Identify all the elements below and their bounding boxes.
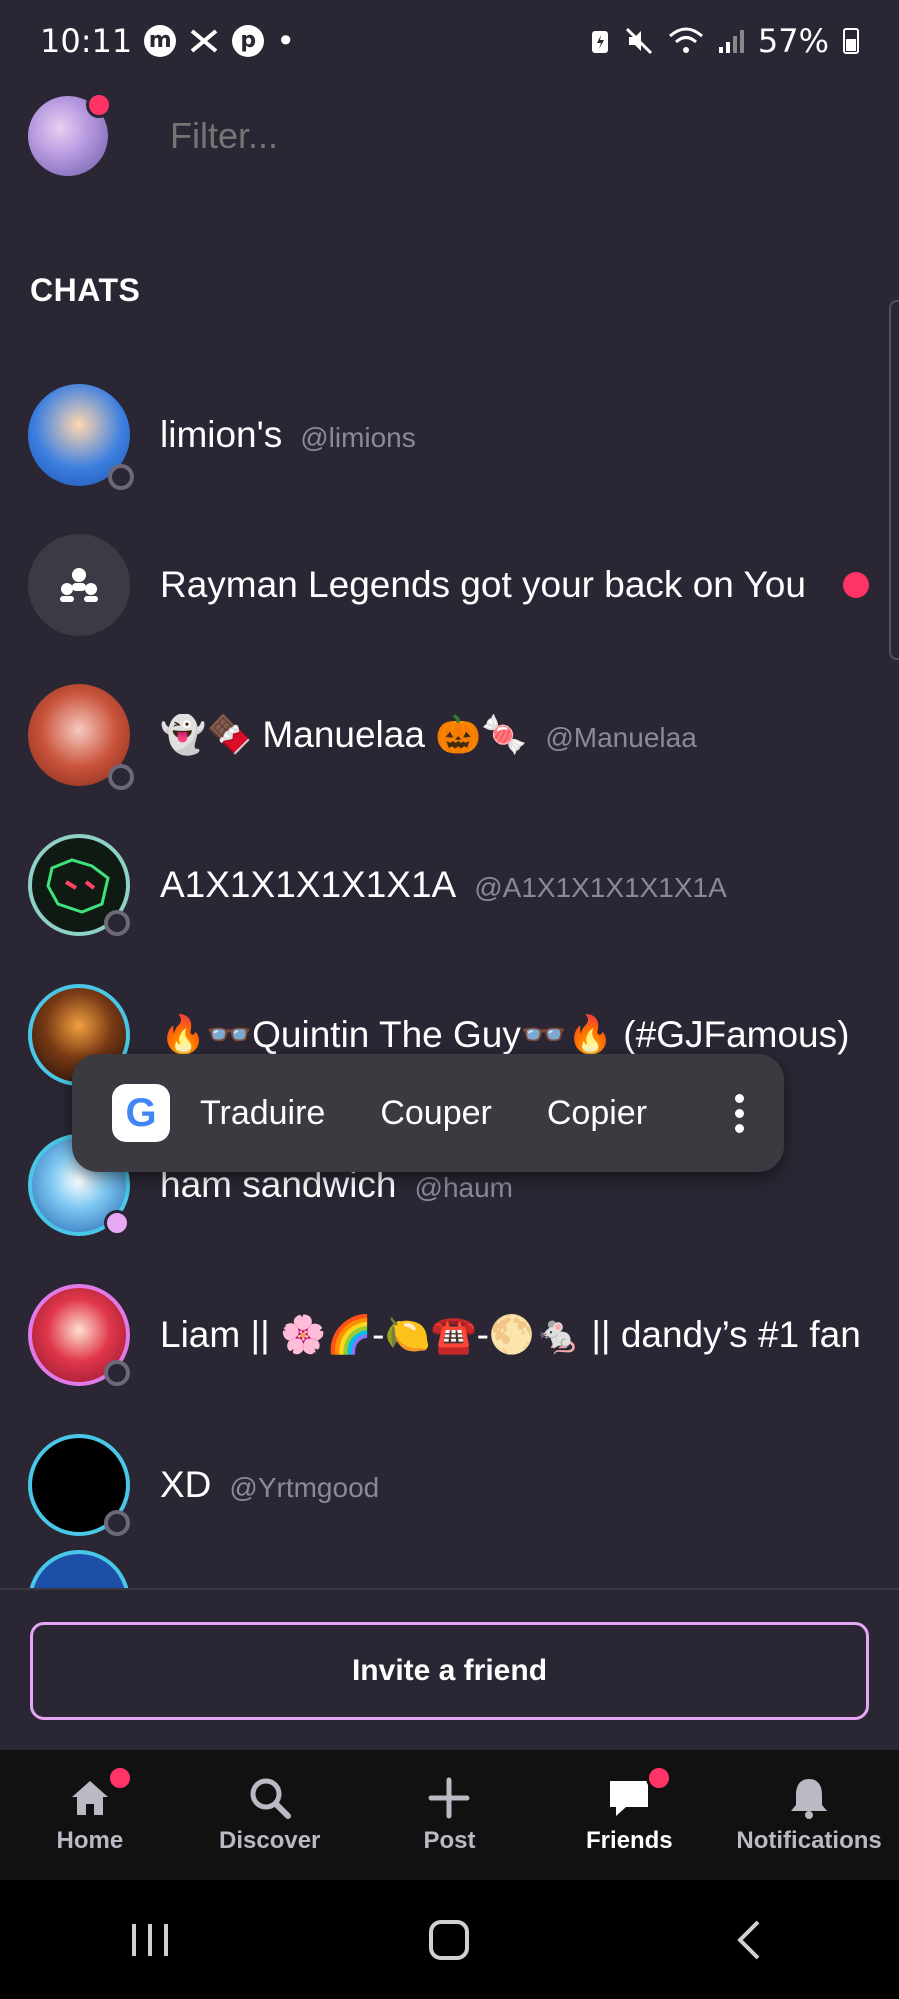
avatar (28, 684, 134, 790)
chat-name: 🔥👓Quintin The Guy👓🔥 (#GJFamous) (160, 1013, 850, 1055)
invite-area: Invite a friend (0, 1588, 899, 1750)
profile-avatar[interactable] (28, 92, 112, 176)
chat-name: XD (160, 1464, 212, 1505)
friends-screen: 10:11 m p • 57% Filter... CHATS limion's… (0, 0, 899, 1999)
wifi-icon (668, 26, 704, 56)
cut-button[interactable]: Couper (380, 1094, 492, 1133)
notification-dot: • (276, 22, 296, 60)
status-indicator (104, 1510, 130, 1536)
home-icon (67, 1765, 133, 1821)
chat-handle: @A1X1X1X1X1X1A (474, 872, 727, 903)
battery-percent: 57% (757, 22, 829, 60)
nav-discover[interactable]: Discover (180, 1750, 360, 1880)
plus-icon (426, 1775, 472, 1821)
status-indicator (108, 764, 134, 790)
chat-handle: @haum (414, 1172, 513, 1203)
bottom-nav: Home Discover Post Friends Notifications (0, 1750, 899, 1880)
x-icon (188, 27, 220, 55)
status-indicator (104, 1360, 130, 1386)
clock: 10:11 (40, 22, 133, 60)
chat-row-limions[interactable]: limion's @limions (0, 360, 899, 510)
unread-indicator (843, 572, 869, 598)
chat-handle: @limions (300, 422, 416, 453)
nav-friends[interactable]: Friends (539, 1750, 719, 1880)
avatar (28, 384, 134, 490)
mute-icon (624, 26, 654, 56)
chat-row-a1x1[interactable]: A1X1X1X1X1X1A @A1X1X1X1X1X1A (0, 810, 899, 960)
status-bar: 10:11 m p • 57% (0, 0, 899, 82)
nav-label: Home (56, 1827, 124, 1854)
avatar (28, 1284, 130, 1386)
invite-friend-button[interactable]: Invite a friend (30, 1622, 869, 1720)
chat-icon (606, 1765, 673, 1821)
recents-icon[interactable] (120, 1910, 180, 1970)
search-icon (247, 1775, 293, 1821)
status-indicator (108, 464, 134, 490)
group-chat-icon (28, 534, 130, 636)
back-icon[interactable] (719, 1910, 779, 1970)
chat-name: A1X1X1X1X1X1A (160, 864, 457, 905)
nav-label: Notifications (736, 1827, 882, 1854)
section-title-chats: CHATS (30, 272, 141, 308)
status-indicator (104, 910, 130, 936)
nav-label: Friends (585, 1827, 673, 1854)
battery-saver-icon (590, 27, 610, 55)
chat-row-liam[interactable]: Liam || 🌸🌈-🍋☎️-🌕🐁 || dandy’s #1 fan (0, 1260, 899, 1410)
avatar (28, 1434, 130, 1536)
home-system-icon[interactable] (419, 1910, 479, 1970)
avatar (28, 1550, 130, 1590)
top-bar (28, 92, 690, 176)
chat-row-manuelaa[interactable]: 👻🍫 Manuelaa 🎃🍬 @Manuelaa (0, 660, 899, 810)
avatar (28, 834, 130, 936)
messenger-icon: m (144, 25, 177, 57)
nav-post[interactable]: Post (360, 1750, 540, 1880)
chat-name: limion's (160, 414, 283, 455)
more-options-icon[interactable] (735, 1093, 744, 1133)
nav-label: Discover (219, 1827, 321, 1854)
chat-row-group[interactable]: Rayman Legends got your back on You (0, 510, 899, 660)
translate-button[interactable]: Traduire (200, 1094, 325, 1133)
friends-badge (646, 1765, 673, 1791)
chat-name: 👻🍫 Manuelaa 🎃🍬 (160, 713, 528, 755)
home-badge (106, 1765, 133, 1791)
signal-icon (718, 27, 744, 55)
nav-home[interactable]: Home (0, 1750, 180, 1880)
chat-handle: @Yrtmgood (229, 1472, 380, 1503)
bell-icon (786, 1775, 832, 1821)
battery-icon (843, 28, 859, 54)
chat-handle: @Manuelaa (545, 721, 697, 753)
chat-name: Rayman Legends got your back on You (160, 564, 806, 605)
copy-button[interactable]: Copier (547, 1094, 647, 1133)
system-nav-bar (0, 1880, 899, 1999)
status-indicator (104, 1210, 130, 1236)
text-selection-menu: G Traduire Couper Copier (72, 1054, 784, 1172)
chat-row-xd[interactable]: XD @Yrtmgood (0, 1410, 899, 1560)
filter-input[interactable] (170, 115, 690, 157)
chat-row-partial[interactable] (0, 1550, 899, 1590)
nav-notifications[interactable]: Notifications (719, 1750, 899, 1880)
chat-name: Liam || 🌸🌈-🍋☎️-🌕🐁 || dandy’s #1 fan (160, 1313, 861, 1355)
nav-label: Post (423, 1827, 476, 1854)
google-icon[interactable]: G (112, 1084, 170, 1142)
profile-badge (86, 92, 112, 118)
pinterest-icon: p (232, 25, 265, 57)
